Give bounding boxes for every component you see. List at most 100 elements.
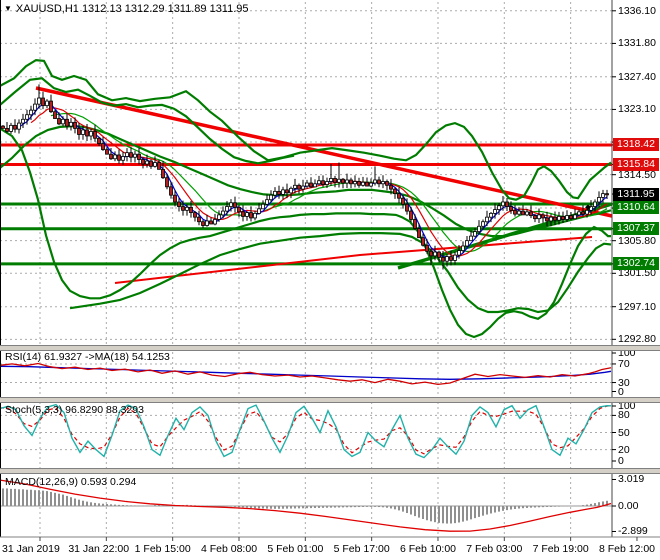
candle-body bbox=[478, 226, 481, 231]
candle-body bbox=[6, 128, 9, 131]
candle-body bbox=[10, 125, 13, 131]
rsi-axis-label: 0 bbox=[618, 386, 624, 398]
candle-body bbox=[566, 216, 569, 220]
candle-body bbox=[454, 255, 457, 260]
candle-body bbox=[534, 216, 537, 219]
candle-body bbox=[102, 144, 105, 150]
candle-body bbox=[258, 209, 261, 214]
candle-body bbox=[398, 194, 401, 199]
candle-body bbox=[94, 131, 97, 138]
chart-window: ▼ XAUUSD,H1 1312.13 1312.29 1311.89 1311.… bbox=[0, 0, 660, 560]
candle-body bbox=[286, 190, 289, 193]
candle-body bbox=[98, 138, 101, 143]
candle-body bbox=[50, 101, 53, 112]
candle-body bbox=[198, 217, 201, 222]
candle-body bbox=[586, 210, 589, 214]
price-axis-label: 1327.40 bbox=[618, 71, 656, 83]
candle-body bbox=[26, 115, 29, 120]
candle-body bbox=[194, 213, 197, 218]
candle-body bbox=[342, 179, 345, 183]
candle-body bbox=[490, 213, 493, 217]
candle-body bbox=[470, 236, 473, 241]
price-axis-label: 1336.10 bbox=[618, 5, 656, 17]
candle-body bbox=[322, 181, 325, 185]
candle-body bbox=[262, 204, 265, 209]
candle-body bbox=[354, 182, 357, 184]
candle-body bbox=[498, 206, 501, 210]
chart-title: ▼ XAUUSD,H1 1312.13 1312.29 1311.89 1311.… bbox=[4, 3, 249, 15]
candle-body bbox=[318, 181, 321, 184]
candle-body bbox=[418, 229, 421, 238]
price-axis-label: 1297.10 bbox=[618, 301, 656, 313]
candle-body bbox=[202, 222, 205, 226]
macd-axis-label: 0.00 bbox=[618, 500, 638, 512]
candle-body bbox=[542, 215, 545, 218]
candle-body bbox=[606, 194, 609, 195]
resistance-price-badge: 1318.42 bbox=[613, 138, 659, 151]
candle-body bbox=[278, 191, 281, 194]
candle-body bbox=[494, 210, 497, 214]
time-axis-label: 1 Feb 15:00 bbox=[135, 543, 191, 555]
panel-separator-stoch[interactable] bbox=[0, 397, 660, 403]
candle-body bbox=[190, 207, 193, 212]
candle-body bbox=[66, 119, 69, 126]
candle-body bbox=[298, 185, 301, 189]
candle-body bbox=[122, 156, 125, 160]
bollinger-lower2 bbox=[70, 233, 611, 312]
candle-body bbox=[206, 221, 209, 226]
symbol-dropdown-icon[interactable]: ▼ bbox=[4, 4, 12, 13]
candle-body bbox=[374, 180, 377, 183]
candle-body bbox=[466, 241, 469, 246]
candle-body bbox=[46, 101, 49, 106]
candle-body bbox=[162, 169, 165, 177]
candle-body bbox=[210, 221, 213, 224]
candle-body bbox=[82, 130, 85, 135]
macd-indicator-label: MACD(12,26,9) 0.593 0.294 bbox=[5, 476, 136, 488]
candle-body bbox=[178, 202, 181, 207]
candle-body bbox=[550, 217, 553, 221]
candle-body bbox=[22, 119, 25, 123]
candle-body bbox=[30, 110, 33, 115]
candle-body bbox=[78, 128, 81, 134]
candle-body bbox=[474, 232, 477, 237]
candle-body bbox=[174, 195, 177, 202]
candle-body bbox=[598, 197, 601, 202]
stoch-axis-label: 50 bbox=[618, 427, 630, 439]
candle-body bbox=[170, 187, 173, 195]
candle-body bbox=[42, 98, 45, 106]
time-axis-label: 4 Feb 08:00 bbox=[201, 543, 257, 555]
candle-body bbox=[482, 222, 485, 227]
candle-body bbox=[338, 179, 341, 182]
support-price-badge: 1310.64 bbox=[613, 201, 659, 214]
candle-body bbox=[18, 123, 21, 129]
candle-body bbox=[350, 180, 353, 184]
support-price-badge: 1302.74 bbox=[613, 257, 659, 270]
candle-body bbox=[390, 185, 393, 189]
candle-body bbox=[326, 182, 329, 185]
resistance-price-badge: 1315.84 bbox=[613, 158, 659, 171]
candle-body bbox=[242, 212, 245, 217]
candle-body bbox=[34, 104, 37, 110]
candle-body bbox=[282, 190, 285, 195]
candle-body bbox=[238, 207, 241, 212]
candle-body bbox=[502, 202, 505, 206]
symbol-quote-text: XAUUSD,H1 1312.13 1312.29 1311.89 1311.9… bbox=[16, 3, 249, 15]
candle-body bbox=[430, 251, 433, 256]
candle-body bbox=[2, 126, 5, 128]
candle-body bbox=[110, 154, 113, 159]
trendline-ascending-thin[interactable] bbox=[115, 237, 592, 283]
candle-body bbox=[394, 189, 397, 194]
candle-body bbox=[306, 183, 309, 186]
candle-body bbox=[558, 216, 561, 220]
candle-body bbox=[218, 215, 221, 220]
candle-body bbox=[602, 194, 605, 198]
price-axis-label: 1305.80 bbox=[618, 235, 656, 247]
candle-body bbox=[386, 182, 389, 186]
candle-body bbox=[426, 245, 429, 251]
candle-body bbox=[530, 212, 533, 216]
candle-body bbox=[362, 182, 365, 185]
time-axis-label: 8 Feb 12:00 bbox=[599, 543, 655, 555]
candle-body bbox=[358, 182, 361, 186]
candle-body bbox=[546, 218, 549, 221]
panel-separator-macd[interactable] bbox=[0, 468, 660, 474]
